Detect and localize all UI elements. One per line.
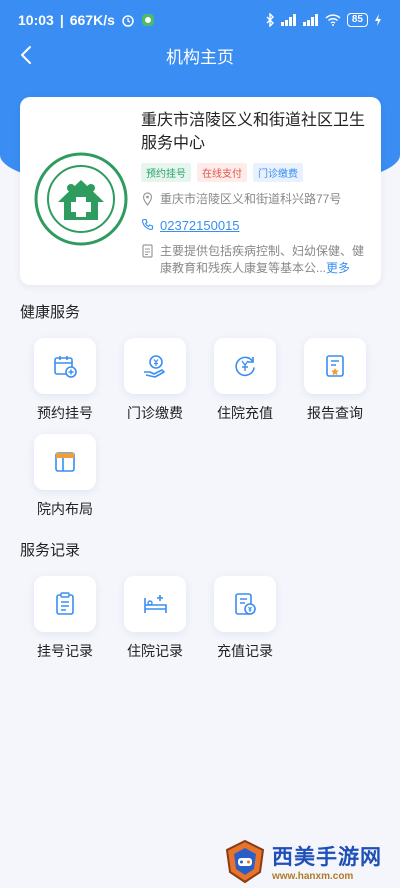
charging-icon [375,14,381,26]
institution-card: 重庆市涪陵区义和街道社区卫生服务中心 预约挂号 在线支付 门诊缴费 重庆市涪陵区… [20,97,381,285]
bluetooth-icon [266,13,274,27]
hospital-bed-icon [144,595,167,613]
report-icon [326,355,344,377]
tag-online-payment: 在线支付 [197,163,247,182]
health-services-grid: 预约挂号 门诊缴费 住院充值 报告查询 院内布局 [20,338,380,530]
document-icon [142,244,153,258]
address-row: 重庆市涪陵区义和街道科兴路77号 [141,191,371,208]
watermark-url: www.hanxm.com [272,870,354,882]
signal-icon [280,14,296,26]
record-hospitalization[interactable]: 住院记录 [110,576,200,672]
service-hospital-layout[interactable]: 院内布局 [20,434,110,530]
signal-icon-2 [302,14,318,26]
chevron-left-icon [21,46,31,64]
description-row: 主要提供包括疾病控制、妇幼保健、健康教育和残疾人康复等基本公...更多 [141,243,371,277]
service-label: 报告查询 [307,405,363,421]
watermark-title: 西美手游网 [272,845,382,869]
institution-name: 重庆市涪陵区义和街道社区卫生服务中心 [141,112,366,152]
record-label: 挂号记录 [37,643,93,659]
record-recharge[interactable]: 充值记录 [200,576,290,672]
navigation-bar: 机构主页 [0,40,400,70]
more-link[interactable]: 更多 [326,261,350,275]
calendar-add-icon [54,356,77,378]
battery-icon: 85 [346,13,368,27]
record-label: 充值记录 [217,643,273,659]
record-registration[interactable]: 挂号记录 [20,576,110,672]
status-time: 10:03 [18,12,54,28]
service-label: 院内布局 [37,501,93,517]
alarm-icon [122,15,134,27]
service-hospital-recharge[interactable]: 住院充值 [200,338,290,434]
layout-icon [55,452,75,472]
network-speed: 667K/s [69,12,115,28]
phone-link[interactable]: 02372150015 [160,217,240,234]
service-label: 预约挂号 [37,405,93,421]
service-label: 住院充值 [217,405,273,421]
recharge-doc-icon [235,593,256,615]
back-button[interactable] [12,40,40,70]
service-appointment[interactable]: 预约挂号 [20,338,110,434]
record-label: 住院记录 [127,643,183,659]
service-records-title: 服务记录 [20,542,81,559]
service-label: 门诊缴费 [127,405,183,421]
phone-row: 02372150015 [141,217,371,234]
hand-yen-icon [144,355,165,378]
wifi-icon [325,14,341,26]
location-pin-icon [142,192,153,206]
service-outpatient-payment[interactable]: 门诊缴费 [110,338,200,434]
service-report-query[interactable]: 报告查询 [290,338,380,434]
page-title: 机构主页 [166,47,234,67]
address-text: 重庆市涪陵区义和街道科兴路77号 [160,192,342,206]
service-tags: 预约挂号 在线支付 门诊缴费 [141,163,371,182]
yen-refresh-icon [235,356,255,377]
institution-logo [34,152,128,246]
phone-icon [141,218,154,231]
tag-appointment: 预约挂号 [141,163,191,182]
tag-outpatient-payment: 门诊缴费 [253,163,303,182]
health-services-title: 健康服务 [20,304,81,321]
institution-info: 重庆市涪陵区义和街道社区卫生服务中心 预约挂号 在线支付 门诊缴费 重庆市涪陵区… [141,109,371,277]
app-notification-icon [141,14,154,26]
watermark: 西美手游网 www.hanxm.com [222,836,398,886]
clipboard-icon [56,592,74,615]
service-records-grid: 挂号记录 住院记录 充值记录 [20,576,380,672]
watermark-logo [225,839,265,884]
status-bar: 10:03 | 667K/s 85 [0,0,400,40]
